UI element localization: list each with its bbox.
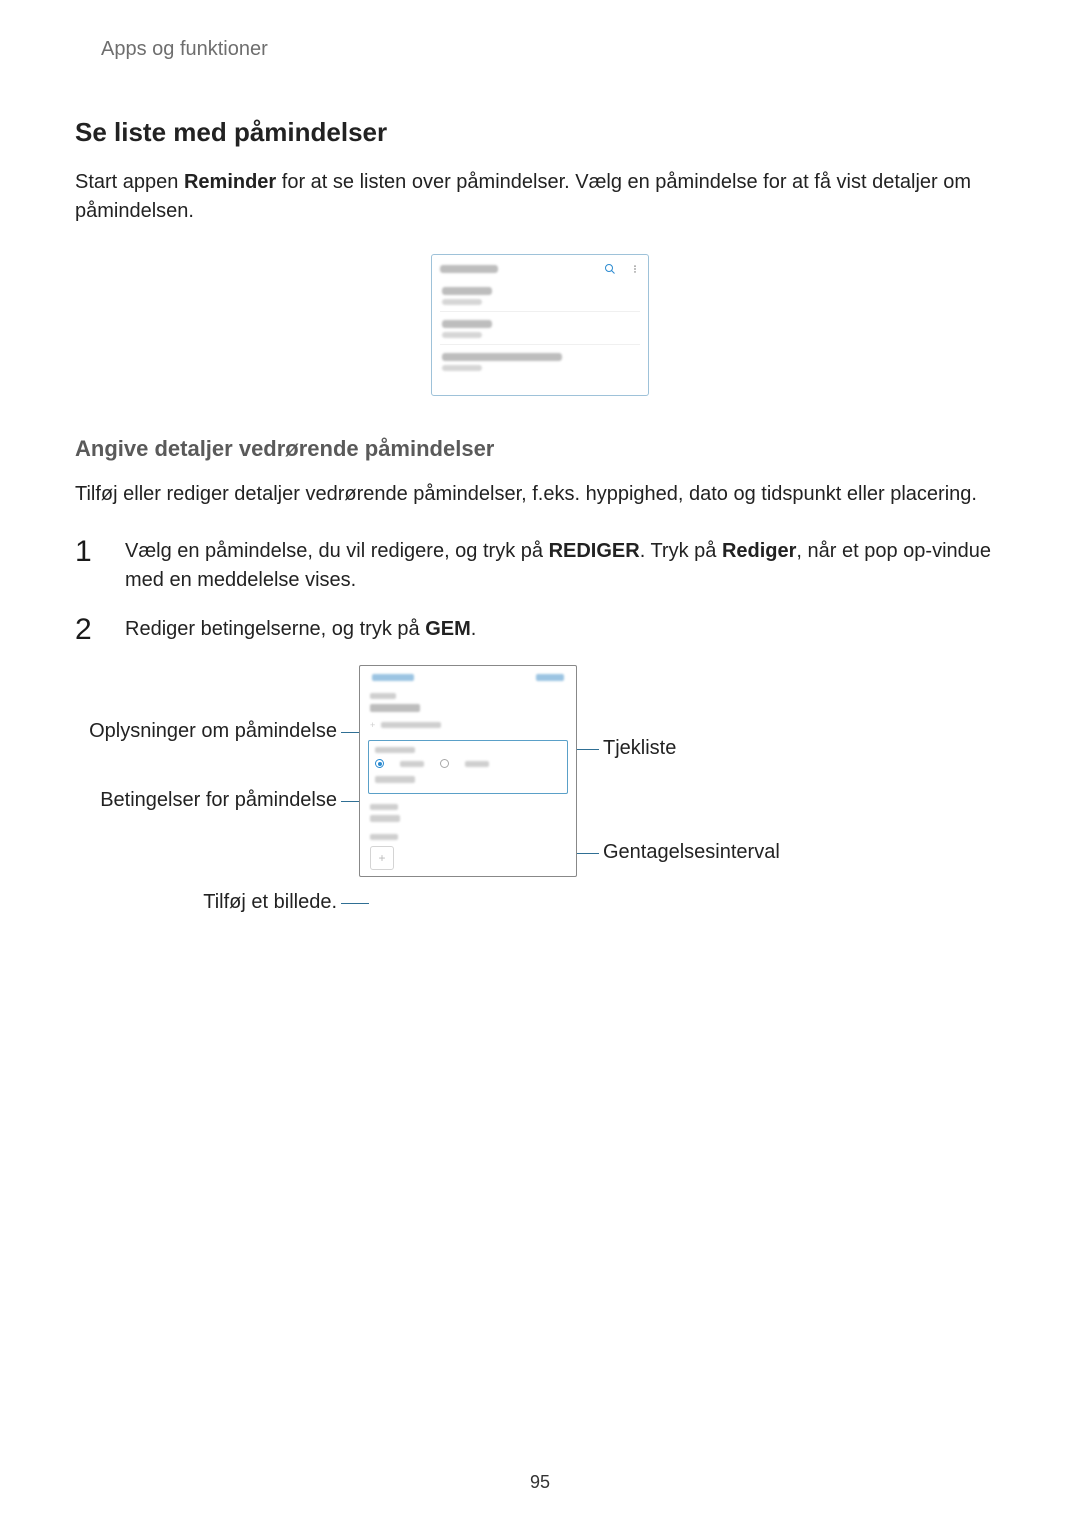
search-icon [604,263,616,275]
s1-pre: Vælg en påmindelse, du vil redigere, og … [125,540,549,562]
more-icon [630,263,640,275]
callout-info: Oplysninger om påmindelse [75,720,337,743]
step-2: 2 Rediger betingelserne, og tryk på GEM. [75,615,1005,645]
s2-b1: GEM [425,618,471,640]
app-title-blurred [440,265,498,273]
p1-pre: Start appen [75,171,184,193]
s1-b1: REDIGER [549,540,640,562]
s1-mid: . Tryk på [640,540,722,562]
cancel-blurred [372,674,414,681]
callout-conditions: Betingelser for påmindelse [75,789,337,812]
p1-bold: Reminder [184,171,276,193]
screenshot-reminder-list [431,254,649,396]
callout-line [341,903,369,904]
section-title-details: Angive detaljer vedrørende påmindelser [75,436,1005,462]
list-item [440,345,640,377]
repeat-section [360,798,576,828]
page-number: 95 [0,1472,1080,1493]
step-number: 2 [75,615,103,645]
section-title-see-list: Se liste med påmindelser [75,117,1005,148]
s2-pre: Rediger betingelserne, og tryk på [125,618,425,640]
radio-place-icon [440,759,449,768]
section2-paragraph: Tilføj eller rediger detaljer vedrørende… [75,480,1005,509]
image-section: + [360,828,576,876]
radio-time-icon [375,759,384,768]
list-item [440,279,640,312]
s2-post: . [471,618,477,640]
annotated-screenshot-area: Oplysninger om påmindelse Betingelser fo… [75,665,1005,965]
section1-paragraph: Start appen Reminder for at se listen ov… [75,168,1005,226]
callout-checklist: Tjekliste [603,737,676,760]
list-item [440,312,640,345]
add-checklist-row: + [370,720,566,730]
add-image-button: + [370,846,394,870]
step-number: 1 [75,537,103,595]
reminder-info-section: + [360,687,576,736]
breadcrumb: Apps og funktioner [101,38,1005,61]
step-1: 1 Vælg en påmindelse, du vil redigere, o… [75,537,1005,595]
s1-b2: Rediger [722,540,796,562]
save-blurred [536,674,564,681]
callout-add-image: Tilføj et billede. [75,891,337,914]
callout-repeat: Gentagelsesinterval [603,841,780,864]
reminder-conditions-section [368,740,568,794]
screenshot-reminder-edit: + + [359,665,577,877]
